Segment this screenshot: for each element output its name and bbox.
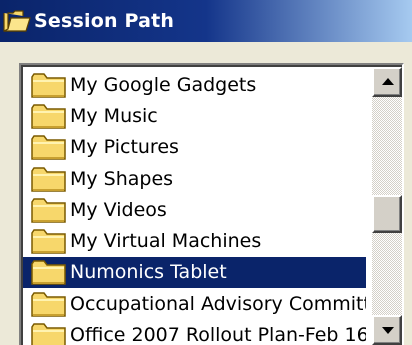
folder-icon bbox=[31, 258, 67, 286]
list-item-label: My Shapes bbox=[70, 167, 174, 190]
folder-icon bbox=[31, 165, 67, 193]
list-item[interactable]: My Music bbox=[23, 100, 366, 131]
list-item-label: My Google Gadgets bbox=[70, 73, 257, 96]
list-item-label: Numonics Tablet bbox=[70, 261, 227, 284]
list-item-label: Occupational Advisory Committe bbox=[70, 292, 366, 315]
folder-icon bbox=[31, 290, 67, 318]
list-item[interactable]: My Shapes bbox=[23, 163, 366, 194]
folder-icon bbox=[31, 227, 67, 255]
scrollbar-thumb[interactable] bbox=[372, 195, 402, 233]
list-item[interactable]: Occupational Advisory Committe bbox=[23, 288, 366, 319]
list-item[interactable]: My Videos bbox=[23, 194, 366, 225]
list-item-label: Office 2007 Rollout Plan-Feb 16 bbox=[70, 324, 366, 345]
open-folder-icon bbox=[3, 10, 31, 32]
folder-icon bbox=[31, 321, 67, 345]
folder-icon bbox=[31, 196, 67, 224]
list-item-label: My Videos bbox=[70, 198, 167, 221]
window-title: Session Path bbox=[34, 10, 175, 32]
scroll-up-arrow-icon bbox=[382, 78, 394, 85]
scroll-down-arrow-icon bbox=[382, 327, 394, 334]
list-item[interactable]: My Google Gadgets bbox=[23, 69, 366, 100]
title-bar: Session Path bbox=[0, 0, 412, 42]
folder-icon bbox=[31, 71, 67, 99]
list-item-label: My Music bbox=[70, 104, 158, 127]
list-item-label: My Virtual Machines bbox=[70, 230, 262, 253]
vertical-scrollbar[interactable] bbox=[372, 67, 402, 345]
folder-icon bbox=[31, 133, 67, 161]
scroll-up-button[interactable] bbox=[372, 67, 402, 97]
list-item[interactable]: Office 2007 Rollout Plan-Feb 16 bbox=[23, 319, 366, 345]
list-item-label: My Pictures bbox=[70, 136, 179, 159]
folder-list: My Google Gadgets My Music My Pictures M… bbox=[23, 69, 366, 345]
folder-icon bbox=[31, 102, 67, 130]
list-item[interactable]: My Virtual Machines bbox=[23, 225, 366, 256]
list-item-selected[interactable]: Numonics Tablet bbox=[23, 256, 366, 289]
list-item[interactable]: My Pictures bbox=[23, 132, 366, 163]
scroll-down-button[interactable] bbox=[372, 315, 402, 345]
folder-listbox[interactable]: My Google Gadgets My Music My Pictures M… bbox=[19, 63, 404, 345]
